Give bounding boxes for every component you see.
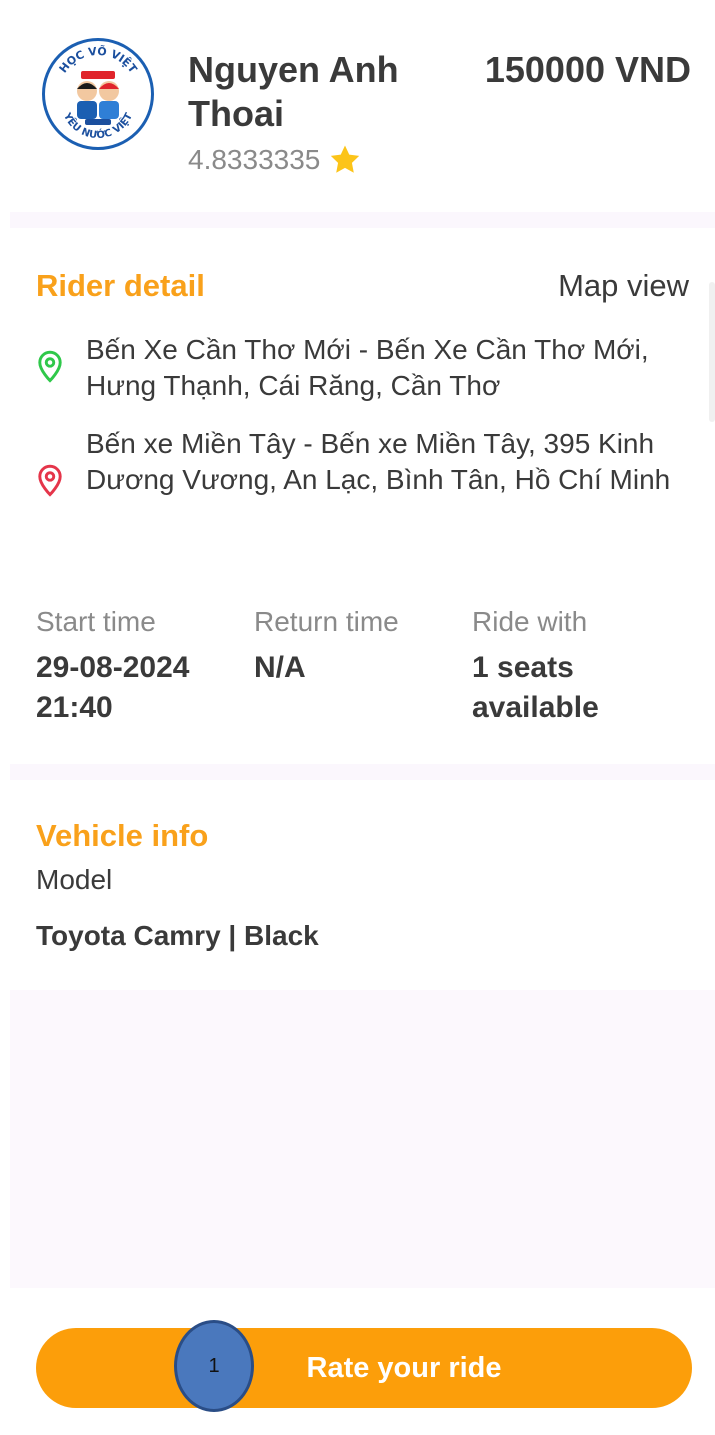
map-pin-green-icon (38, 350, 62, 383)
martial-arts-logo-icon: HỌC VÕ VIỆT YÊU NƯỚC VIỆT (48, 44, 148, 144)
pickup-address: Bến Xe Cần Thơ Mới - Bến Xe Cần Thơ Mới,… (86, 334, 649, 401)
seats-available-value: 1 seats available (472, 651, 599, 724)
section-divider (10, 764, 715, 780)
star-icon (331, 145, 360, 173)
scrollbar[interactable] (709, 282, 715, 422)
start-time-label: Start time (36, 606, 156, 637)
rider-detail-title: Rider detail (36, 268, 205, 303)
vehicle-model-label: Model (36, 864, 113, 895)
map-view-link[interactable]: Map view (558, 268, 689, 304)
rate-ride-button[interactable]: Rate your ride (36, 1328, 692, 1408)
ride-with-block: Ride with 1 seats available (472, 604, 682, 728)
start-time-block: Start time 29-08-2024 21:40 (36, 604, 246, 728)
content-placeholder (10, 990, 715, 1288)
ride-with-label: Ride with (472, 606, 588, 637)
driver-rating: 4.8333335 (188, 142, 362, 178)
return-time-block: Return time N/A (254, 604, 464, 688)
start-time-value: 29-08-2024 21:40 (36, 651, 190, 724)
driver-header: HỌC VÕ VIỆT YÊU NƯỚC VIỆT Nguyen Anh Tho… (0, 0, 715, 212)
return-time-value: N/A (254, 651, 306, 684)
vehicle-model-value: Toyota Camry | Black (36, 920, 319, 951)
pickup-location: Bến Xe Cần Thơ Mới - Bến Xe Cần Thơ Mới,… (36, 332, 696, 408)
rating-value: 4.8333335 (188, 144, 321, 175)
map-pin-red-icon (38, 464, 62, 497)
ride-price: 150000 VND (484, 49, 691, 90)
dropoff-address: Bến xe Miền Tây - Bến xe Miền Tây, 395 K… (86, 428, 671, 495)
dropoff-location: Bến xe Miền Tây - Bến xe Miền Tây, 395 K… (36, 426, 696, 538)
vehicle-info-title: Vehicle info (36, 818, 209, 853)
section-divider (10, 212, 715, 228)
step-number-badge: 1 (174, 1320, 254, 1412)
driver-avatar[interactable]: HỌC VÕ VIỆT YÊU NƯỚC VIỆT (42, 38, 154, 150)
driver-name: Nguyen Anh Thoai (188, 49, 399, 134)
return-time-label: Return time (254, 606, 399, 637)
